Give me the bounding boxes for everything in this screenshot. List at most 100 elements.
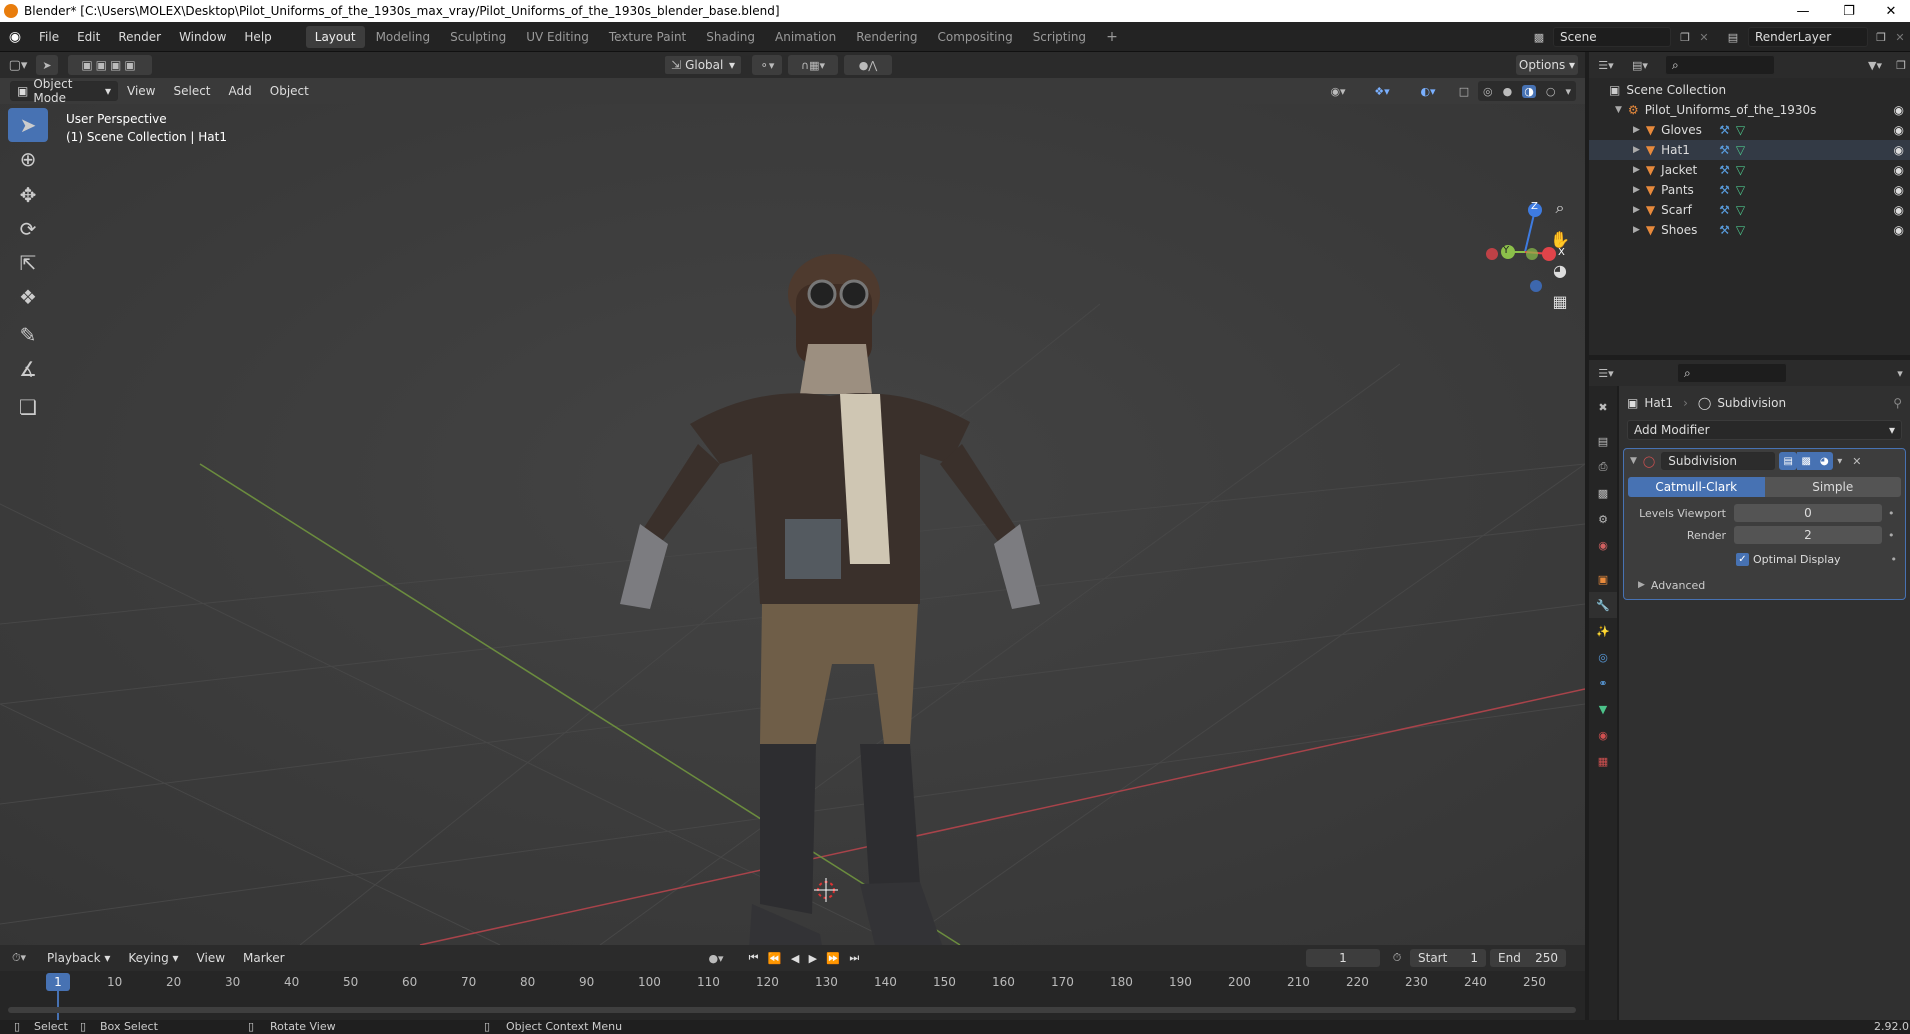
render-layer-selector-icon[interactable]: ▤ [1722, 28, 1744, 46]
jump-end-icon[interactable]: ⏭ [849, 951, 859, 965]
outliner-row-object[interactable]: ▶ ▼ Pants ⚒ ▽ ◉ [1589, 180, 1910, 200]
pan-hand-icon[interactable]: ✋ [1546, 225, 1574, 253]
camera-view-icon[interactable]: ◕ [1546, 256, 1574, 284]
scene-selector-icon[interactable]: ▩ [1528, 28, 1550, 46]
gizmo-toggle-icon[interactable]: ❖▾ [1362, 81, 1402, 101]
outliner-row-scene-collection[interactable]: ▣ Scene Collection [1589, 80, 1910, 100]
3d-viewport[interactable]: Z Y X User Perspective (1) Scene Collect… [0, 104, 1585, 945]
tab-scripting[interactable]: Scripting [1024, 26, 1095, 48]
physics-properties-icon[interactable]: ◎ [1589, 644, 1617, 670]
constraints-properties-icon[interactable]: ⚭ [1589, 670, 1617, 696]
menu-window[interactable]: Window [170, 22, 235, 52]
ortho-grid-icon[interactable]: ▦ [1546, 287, 1574, 315]
new-render-layer-icon[interactable]: ❐ [1872, 28, 1890, 46]
keyframe-dot-icon[interactable]: • [1891, 553, 1898, 566]
transform-orientation-dropdown[interactable]: ⇲ Global ▾ [664, 55, 742, 75]
tab-texture-paint[interactable]: Texture Paint [600, 26, 695, 48]
remove-modifier-icon[interactable]: ✕ [1852, 455, 1861, 468]
expand-arrow-icon[interactable]: ▶ [1633, 225, 1640, 235]
playhead-frame-indicator[interactable]: 1 [46, 973, 70, 991]
mesh-data-icon[interactable]: ▽ [1736, 183, 1745, 197]
timeline-menu-keying[interactable]: Keying ▾ [119, 945, 187, 971]
menu-render[interactable]: Render [109, 22, 170, 52]
outliner-row-object[interactable]: ▶ ▼ Gloves ⚒ ▽ ◉ [1589, 120, 1910, 140]
render-levels-field[interactable]: 2 [1734, 526, 1882, 544]
modifier-wrench-icon[interactable]: ⚒ [1719, 163, 1730, 177]
new-scene-icon[interactable]: ❐ [1676, 28, 1694, 46]
tab-uv-editing[interactable]: UV Editing [517, 26, 598, 48]
filter-icon[interactable]: ▼▾ [1858, 59, 1892, 72]
selection-mode-icons[interactable]: ▣▣▣▣ [68, 55, 152, 75]
viewport-menu-select[interactable]: Select [164, 78, 219, 104]
timeline-frame-area[interactable]: 10 20 30 40 50 60 70 80 90 100 110 120 130 140 150 160 1… [0, 971, 1585, 1020]
maximize-button[interactable]: ❐ [1826, 0, 1872, 22]
render-properties-icon[interactable]: ▤ [1589, 428, 1617, 454]
material-shading-icon[interactable]: ◑ [1522, 84, 1536, 98]
delete-render-layer-icon[interactable]: ✕ [1893, 28, 1907, 46]
visibility-filter-icon[interactable]: ◉▾ [1322, 81, 1354, 101]
outliner-row-object[interactable]: ▶ ▼ Scarf ⚒ ▽ ◉ [1589, 200, 1910, 220]
mesh-data-properties-icon[interactable]: ▼ [1589, 696, 1617, 722]
new-collection-icon[interactable]: ❐ [1892, 59, 1910, 72]
select-box-tool-icon[interactable]: ➤ [8, 108, 48, 142]
zoom-icon[interactable]: ⌕ [1546, 194, 1574, 222]
modifier-name-field[interactable]: Subdivision [1661, 452, 1776, 470]
options-dropdown[interactable]: Options ▾ [1516, 55, 1578, 75]
render-layer-field[interactable]: RenderLayer [1748, 27, 1868, 47]
viewport-menu-add[interactable]: Add [220, 78, 261, 104]
current-frame-field[interactable]: 1 [1306, 949, 1380, 967]
close-window-button[interactable]: ✕ [1868, 0, 1910, 22]
tab-layout[interactable]: Layout [305, 25, 365, 48]
editor-type-icon[interactable]: ▢▾ [0, 58, 36, 73]
chevron-down-icon[interactable]: ▾ [1890, 367, 1910, 380]
properties-editor-type-icon[interactable]: ☰▾ [1589, 367, 1623, 380]
display-mode-icon[interactable]: ▤▾ [1623, 59, 1657, 72]
scene-properties-icon[interactable]: ⚙ [1589, 506, 1617, 532]
outliner-editor-type-icon[interactable]: ☰▾ [1589, 59, 1623, 72]
mesh-data-icon[interactable]: ▽ [1736, 123, 1745, 137]
material-properties-icon[interactable]: ◉ [1589, 722, 1617, 748]
modifier-wrench-icon[interactable]: ⚒ [1719, 183, 1730, 197]
timeline-menu-view[interactable]: View [188, 945, 234, 971]
tool-select-icon[interactable]: ➤ [36, 55, 58, 75]
visibility-eye-icon[interactable]: ◉ [1894, 123, 1904, 137]
outliner-row-object[interactable]: ▶ ▼ Hat1 ⚒ ▽ ◉ [1589, 140, 1910, 160]
snap-icon[interactable]: ∩▦▾ [788, 55, 838, 75]
chevron-down-icon[interactable]: ▾ [1565, 85, 1571, 98]
timeline-editor-type-icon[interactable]: ⏱▾ [0, 951, 38, 965]
timeline-menu-playback[interactable]: Playback ▾ [38, 945, 119, 971]
expand-arrow-icon[interactable]: ▶ [1633, 125, 1640, 135]
visibility-eye-icon[interactable]: ◉ [1894, 223, 1904, 237]
outliner-search-input[interactable]: ⌕ [1665, 55, 1775, 75]
edit-mode-toggle-icon[interactable]: ▤ [1779, 452, 1798, 470]
jump-keyframe-back-icon[interactable]: ⏪ [768, 952, 782, 965]
expand-arrow-icon[interactable]: ▶ [1633, 205, 1640, 215]
visibility-eye-icon[interactable]: ◉ [1894, 183, 1904, 197]
transform-tool-icon[interactable]: ❖ [8, 280, 48, 314]
solid-shading-icon[interactable]: ● [1503, 85, 1513, 98]
proportional-editing-icon[interactable]: ●⋀ [844, 55, 892, 75]
world-properties-icon[interactable]: ◉ [1589, 532, 1617, 558]
simple-button[interactable]: Simple [1764, 477, 1901, 497]
tool-properties-icon[interactable]: ✖ [1589, 394, 1617, 420]
mesh-data-icon[interactable]: ▽ [1736, 223, 1745, 237]
object-properties-icon[interactable]: ▣ [1589, 566, 1617, 592]
optimal-display-checkbox[interactable]: ✓ [1736, 552, 1749, 566]
minimize-button[interactable]: — [1780, 0, 1826, 22]
keyframe-dot-icon[interactable]: • [1888, 529, 1895, 542]
delete-scene-icon[interactable]: ✕ [1697, 28, 1711, 46]
auto-keying-icon[interactable]: ●▾ [702, 949, 730, 967]
menu-file[interactable]: File [30, 22, 68, 52]
move-tool-icon[interactable]: ✥ [8, 178, 48, 212]
viewport-menu-view[interactable]: View [118, 78, 164, 104]
visibility-eye-icon[interactable]: ◉ [1894, 203, 1904, 217]
visibility-eye-icon[interactable]: ◉ [1894, 143, 1904, 157]
levels-viewport-field[interactable]: 0 [1734, 504, 1882, 522]
particles-properties-icon[interactable]: ✨ [1589, 618, 1617, 644]
outliner-row-object[interactable]: ▶ ▼ Jacket ⚒ ▽ ◉ [1589, 160, 1910, 180]
tab-compositing[interactable]: Compositing [928, 26, 1021, 48]
tab-animation[interactable]: Animation [766, 26, 845, 48]
blender-menu-icon[interactable]: ◉ [0, 29, 30, 45]
mesh-data-icon[interactable]: ▽ [1736, 163, 1745, 177]
modifier-wrench-icon[interactable]: ⚒ [1719, 143, 1730, 157]
